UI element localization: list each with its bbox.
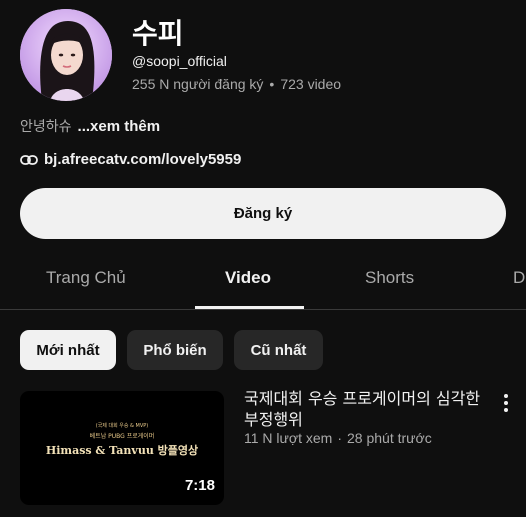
thumbnail-caption-line1: (국제 대회 우승 & MVP) <box>95 423 149 429</box>
chip-popular[interactable]: Phổ biến <box>127 330 223 370</box>
tab-shorts[interactable]: Shorts <box>365 268 414 288</box>
tab-videos[interactable]: Video <box>225 268 271 288</box>
thumbnail-title: Himass & Tanvuu 방플영상 <box>45 444 199 457</box>
channel-tabs: Trang Chủ Video Shorts D <box>0 256 526 310</box>
video-views: 11 N lượt xem <box>244 430 333 446</box>
meta-separator: · <box>337 430 342 446</box>
stats-separator: • <box>269 76 275 92</box>
subscribe-button[interactable]: Đăng ký <box>20 188 506 239</box>
video-count: 723 video <box>280 76 342 92</box>
video-duration: 7:18 <box>184 477 215 494</box>
menu-dot <box>504 401 508 405</box>
video-thumbnail[interactable]: (국제 대회 우승 & MVP) 베트남 PUBG 프로게이머 Himass &… <box>20 391 224 505</box>
subscriber-count: 255 N người đăng ký <box>132 76 264 92</box>
channel-stats: 255 N người đăng ký • 723 video <box>132 76 341 92</box>
channel-link-text[interactable]: bj.afreecatv.com/lovely5959 <box>44 151 241 168</box>
thumbnail-caption-line2: 베트남 PUBG 프로게이머 <box>89 433 155 440</box>
show-more-link[interactable]: ...xem thêm <box>78 118 161 135</box>
menu-dot <box>504 408 508 412</box>
channel-handle: @soopi_official <box>132 53 227 69</box>
description-text: 안녕하슈 <box>20 119 72 135</box>
channel-name: 수피 <box>132 17 184 50</box>
video-age: 28 phút trước <box>347 430 432 446</box>
chip-latest[interactable]: Mới nhất <box>20 330 116 370</box>
channel-link[interactable]: bj.afreecatv.com/lovely5959 <box>20 151 241 168</box>
tab-overflow[interactable]: D <box>513 268 525 288</box>
tab-home[interactable]: Trang Chủ <box>46 268 126 288</box>
channel-avatar[interactable] <box>20 9 112 101</box>
video-title[interactable]: 국제대회 우승 프로게이머의 심각한 부정행위 <box>244 388 484 430</box>
avatar-photo <box>20 9 112 101</box>
channel-description[interactable]: 안녕하슈 ...xem thêm <box>20 116 160 136</box>
menu-dot <box>504 394 508 398</box>
video-meta: 11 N lượt xem · 28 phút trước <box>244 430 432 446</box>
active-tab-indicator <box>195 306 304 309</box>
chip-oldest[interactable]: Cũ nhất <box>234 330 323 370</box>
link-icon <box>20 154 38 165</box>
more-vertical-icon[interactable] <box>496 392 516 414</box>
